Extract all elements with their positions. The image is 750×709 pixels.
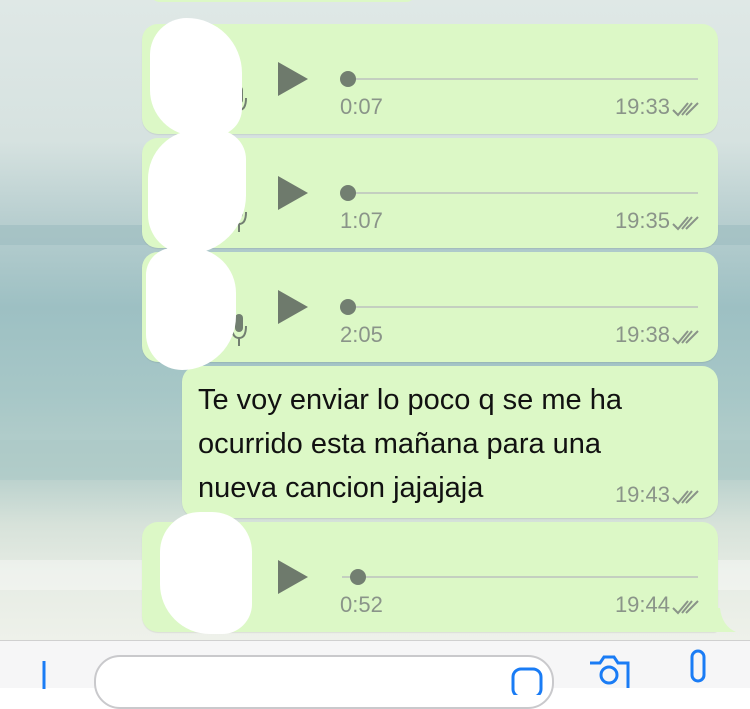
audio-scrubber[interactable]: [340, 185, 356, 201]
voice-duration: 2:05: [340, 322, 383, 347]
message-input[interactable]: [94, 655, 554, 709]
message-time: 19:33: [614, 94, 670, 119]
audio-progress-track[interactable]: [342, 306, 698, 308]
message-time: 19:44: [614, 592, 670, 617]
bubble-tail: [712, 608, 736, 632]
message-line: ocurrido esta mañana para una: [198, 428, 602, 460]
voice-duration: 0:07: [340, 94, 383, 119]
message-time: 19:43: [614, 482, 670, 507]
voice-duration: 0:52: [340, 592, 383, 617]
compose-bar: [0, 640, 750, 709]
double-check-icon: [672, 490, 699, 505]
audio-scrubber[interactable]: [340, 299, 356, 315]
double-check-icon: [672, 216, 699, 231]
message-line: Te voy enviar lo poco q se me ha: [198, 384, 622, 416]
double-check-icon: [672, 102, 699, 117]
camera-icon[interactable]: [586, 651, 632, 688]
message-time: 19:38: [614, 322, 670, 347]
voice-duration: 1:07: [340, 208, 383, 233]
audio-progress-track[interactable]: [342, 78, 698, 80]
play-icon[interactable]: [278, 176, 308, 210]
previous-message-edge: [150, 0, 416, 2]
double-check-icon: [672, 600, 699, 615]
play-icon[interactable]: [278, 560, 308, 594]
redaction-mark: [150, 18, 242, 136]
play-icon[interactable]: [278, 62, 308, 96]
double-check-icon: [672, 330, 699, 345]
text-message[interactable]: Te voy enviar lo poco q se me ha ocurrid…: [182, 366, 718, 518]
plus-icon[interactable]: [28, 653, 60, 689]
audio-progress-track[interactable]: [342, 192, 698, 194]
redaction-mark: [146, 248, 236, 370]
redaction-mark: [160, 512, 252, 634]
play-icon[interactable]: [278, 290, 308, 324]
audio-scrubber[interactable]: [350, 569, 366, 585]
audio-progress-track[interactable]: [342, 576, 698, 578]
message-time: 19:35: [614, 208, 670, 233]
audio-scrubber[interactable]: [340, 71, 356, 87]
microphone-icon[interactable]: [686, 649, 710, 688]
sticker-icon[interactable]: [510, 665, 544, 695]
